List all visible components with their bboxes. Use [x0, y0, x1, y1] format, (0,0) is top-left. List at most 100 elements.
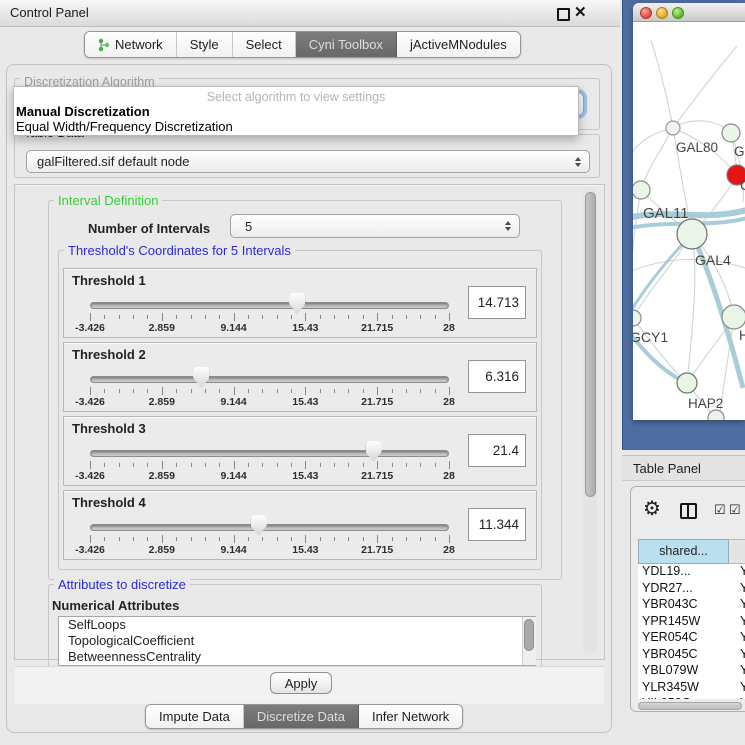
threshold-slider-track[interactable]	[90, 524, 449, 531]
network-node[interactable]	[722, 305, 745, 329]
tick-label: 28	[443, 544, 455, 556]
network-view-window: GAL80GCGAL11GAL4GCY1HHAP2	[633, 3, 745, 420]
tab-label: jActiveMNodules	[410, 32, 507, 57]
column-header-name[interactable]: n	[729, 539, 745, 564]
node-label-c: C	[740, 178, 745, 193]
tab-network[interactable]: Network	[85, 32, 177, 57]
numerical-attributes-list[interactable]: SelfLoopsTopologicalCoefficientBetweenne…	[58, 616, 536, 666]
tick-label: 15.43	[292, 322, 318, 334]
tick-label: 15.43	[292, 470, 318, 482]
threshold-panel-1: Threshold 1-3.4262.8599.14415.4321.71528…	[63, 268, 537, 338]
table-row[interactable]: YBL079WYBL0	[638, 663, 745, 680]
cell-shared-name: YDR27...	[638, 581, 729, 598]
cell-name: YBR0	[729, 647, 745, 664]
tab-infer-network[interactable]: Infer Network	[359, 705, 462, 728]
network-node[interactable]	[722, 124, 740, 142]
checkbox-icon[interactable]: ☑	[729, 503, 741, 517]
table-panel-title: Table Panel	[633, 461, 701, 476]
cell-shared-name: YPR145W	[638, 614, 729, 631]
table-row[interactable]: YDR27...YDR2	[638, 581, 745, 598]
tab-label: Cyni Toolbox	[309, 32, 383, 57]
threshold-slider-thumb[interactable]	[251, 515, 267, 536]
cell-name: YPR1	[729, 614, 745, 631]
algorithm-option-manual-discretization[interactable]: Manual Discretization	[14, 104, 578, 119]
tab-select[interactable]: Select	[233, 32, 296, 57]
network-node[interactable]	[633, 310, 641, 326]
threshold-slider-thumb[interactable]	[366, 441, 382, 462]
attribute-item-topologicalcoefficient[interactable]: TopologicalCoefficient	[59, 633, 535, 649]
table-data-value: galFiltered.sif default node	[37, 151, 189, 173]
cell-shared-name: YBR045C	[638, 647, 729, 664]
table-hscrollbar-thumb[interactable]	[638, 702, 742, 710]
network-node[interactable]	[677, 373, 697, 393]
node-label-hap2: HAP2	[688, 396, 723, 411]
gear-icon[interactable]: ⚙	[643, 499, 661, 519]
minimize-traffic-light-icon[interactable]	[656, 7, 668, 19]
network-window-titlebar[interactable]	[633, 3, 745, 22]
tick-label: 28	[443, 470, 455, 482]
cell-shared-name: YBL079W	[638, 663, 729, 680]
table-row[interactable]: YIL052CYIL0	[638, 696, 745, 699]
table-rows[interactable]: YDL19...YDL1YDR27...YDR2YBR043CYBR0YPR14…	[638, 564, 745, 699]
tab-cyni-toolbox[interactable]: Cyni Toolbox	[296, 32, 397, 57]
table-header-row: shared... n	[638, 539, 745, 564]
table-panel-card: ⚙ ☑ ☑ shared... n YDL19...YDL1YDR27...YD…	[630, 486, 745, 712]
threshold-slider-track[interactable]	[90, 376, 449, 383]
table-row[interactable]: YBR043CYBR0	[638, 597, 745, 614]
threshold-slider-thumb[interactable]	[193, 367, 209, 388]
network-node[interactable]	[677, 219, 707, 249]
table-row[interactable]: YLR345WYLR3	[638, 680, 745, 697]
float-window-icon[interactable]	[557, 8, 570, 21]
attribute-item-betweennesscentrality[interactable]: BetweennessCentrality	[59, 649, 535, 665]
threshold-label: Threshold 1	[72, 273, 146, 288]
algorithm-dropdown-popup: Select algorithm to view settings Manual…	[13, 86, 579, 136]
attributes-group-title: Attributes to discretize	[54, 578, 190, 591]
cell-name: YBL0	[729, 663, 745, 680]
network-node[interactable]	[666, 121, 680, 135]
node-label-g: G	[734, 144, 745, 159]
table-row[interactable]: YDL19...YDL1	[638, 564, 745, 581]
table-row[interactable]: YPR145WYPR1	[638, 614, 745, 631]
table-panel-titlebar: Table Panel	[622, 455, 745, 481]
threshold-value-field[interactable]: 21.4	[468, 434, 526, 467]
cell-name: YDR2	[729, 581, 745, 598]
threshold-slider-thumb[interactable]	[289, 293, 305, 314]
tab-jactivemnodules[interactable]: jActiveMNodules	[397, 32, 520, 57]
threshold-slider-track[interactable]	[90, 302, 449, 309]
apply-button[interactable]: Apply	[270, 672, 332, 694]
tick-label: 9.144	[220, 544, 246, 556]
network-node[interactable]	[633, 181, 650, 199]
cell-shared-name: YBR043C	[638, 597, 729, 614]
close-icon[interactable]: ✕	[574, 3, 587, 21]
cell-name: YIL0	[729, 696, 745, 699]
tick-label: 9.144	[220, 322, 246, 334]
algorithm-option-equal-width-frequency-discretization[interactable]: Equal Width/Frequency Discretization	[14, 119, 578, 134]
tick-label: 21.715	[361, 322, 393, 334]
number-of-intervals-combobox[interactable]: 5	[230, 214, 520, 238]
tab-discretize-data[interactable]: Discretize Data	[244, 705, 359, 728]
threshold-value-field[interactable]: 6.316	[468, 360, 526, 393]
network-node[interactable]	[708, 410, 724, 420]
attribute-item-selfloops[interactable]: SelfLoops	[59, 617, 535, 633]
combo-arrows-icon	[505, 221, 511, 231]
checkbox-icon[interactable]: ☑	[714, 503, 726, 517]
attributes-scrollbar-thumb[interactable]	[524, 619, 534, 651]
table-row[interactable]: YER054CYER0	[638, 630, 745, 647]
columns-icon[interactable]	[680, 503, 697, 519]
tick-label: -3.426	[75, 322, 105, 334]
threshold-value-field[interactable]: 11.344	[468, 508, 526, 541]
table-data-combobox[interactable]: galFiltered.sif default node	[26, 150, 590, 173]
tab-style[interactable]: Style	[177, 32, 233, 57]
column-header-shared-name[interactable]: shared...	[638, 539, 729, 564]
zoom-traffic-light-icon[interactable]	[672, 7, 684, 19]
close-traffic-light-icon[interactable]	[640, 7, 652, 19]
panel-scrollbar-thumb[interactable]	[585, 192, 596, 497]
threshold-value-field[interactable]: 14.713	[468, 286, 526, 319]
dropdown-placeholder: Select algorithm to view settings	[14, 90, 578, 104]
tab-impute-data[interactable]: Impute Data	[146, 705, 244, 728]
table-hscrollbar-track[interactable]	[637, 701, 745, 711]
table-row[interactable]: YBR045CYBR0	[638, 647, 745, 664]
threshold-slider-track[interactable]	[90, 450, 449, 457]
threshold-label: Threshold 3	[72, 421, 146, 436]
network-canvas[interactable]: GAL80GCGAL11GAL4GCY1HHAP2	[633, 22, 745, 420]
